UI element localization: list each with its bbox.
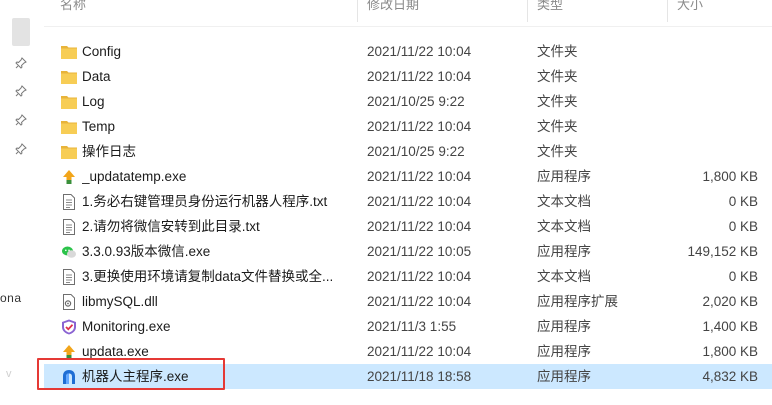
file-name: Log [82, 94, 105, 109]
file-modified-date: 2021/10/25 9:22 [367, 144, 465, 159]
file-row[interactable]: 3.3.0.93版本微信.exe 2021/11/22 10:05 应用程序 149,… [44, 239, 772, 264]
pin-icon[interactable] [15, 85, 27, 97]
file-modified-date: 2021/11/22 10:04 [367, 194, 472, 209]
file-size [644, 39, 758, 64]
file-name: 1.务必右键管理员身份运行机器人程序.txt [82, 194, 328, 209]
column-header: 名称 修改日期 类型 大小 [44, 0, 772, 27]
file-size: 2,020 KB [702, 294, 758, 309]
dll-file-icon [60, 293, 78, 311]
pin-icon[interactable] [15, 143, 27, 155]
file-modified-date: 2021/11/3 1:55 [367, 319, 457, 334]
file-row[interactable]: Monitoring.exe 2021/11/3 1:55 应用程序 1,400 KB [44, 314, 772, 339]
file-size: 1,800 KB [702, 344, 758, 359]
file-name: Data [82, 69, 111, 84]
pin-icon[interactable] [15, 57, 27, 69]
text-file-icon [60, 193, 78, 211]
wechat-icon [60, 243, 78, 261]
text-file-icon [60, 268, 78, 286]
file-modified-date: 2021/10/25 9:22 [367, 94, 465, 109]
folder-icon [60, 68, 78, 86]
column-header-name[interactable]: 名称 [60, 0, 86, 13]
file-row[interactable]: libmySQL.dll 2021/11/22 10:04 应用程序扩展 2,020 … [44, 289, 772, 314]
file-row[interactable]: Log 2021/10/25 9:22 文件夹 [44, 89, 772, 114]
file-name: 操作日志 [82, 144, 136, 159]
file-row[interactable]: 3.更换使用环境请复制data文件替换或全... 2021/11/22 10:04… [44, 264, 772, 289]
file-row[interactable]: 2.请勿将微信安转到此目录.txt 2021/11/22 10:04 文本文档 0 K… [44, 214, 772, 239]
file-size [644, 139, 758, 164]
file-modified-date: 2021/11/22 10:04 [367, 119, 472, 134]
annotation-highlight-box [37, 358, 225, 390]
file-size: 1,400 KB [702, 319, 758, 334]
file-size: 0 KB [728, 269, 758, 284]
file-row[interactable]: 1.务必右键管理员身份运行机器人程序.txt 2021/11/22 10:04 文本… [44, 189, 772, 214]
file-name: 3.3.0.93版本微信.exe [82, 244, 211, 259]
file-name: Monitoring.exe [82, 319, 171, 334]
file-modified-date: 2021/11/22 10:05 [367, 244, 472, 259]
file-modified-date: 2021/11/18 18:58 [367, 369, 472, 384]
folder-icon [60, 93, 78, 111]
update-arrow-icon [60, 168, 78, 186]
nav-item-label-partial[interactable]: ona [0, 291, 22, 305]
file-size: 1,800 KB [702, 169, 758, 184]
file-modified-date: 2021/11/22 10:04 [367, 69, 472, 84]
file-size [644, 114, 758, 139]
file-name: Config [82, 44, 122, 59]
file-size: 149,152 KB [687, 244, 758, 259]
folder-icon [60, 43, 78, 61]
file-size: 4,832 KB [702, 369, 758, 384]
file-modified-date: 2021/11/22 10:04 [367, 344, 472, 359]
file-size [644, 89, 758, 114]
column-header-date[interactable]: 修改日期 [367, 0, 419, 13]
file-row[interactable]: Temp 2021/11/22 10:04 文件夹 [44, 114, 772, 139]
shield-icon [60, 318, 78, 336]
file-name: _updatatemp.exe [82, 169, 187, 184]
pin-icon[interactable] [15, 114, 27, 126]
column-divider[interactable] [667, 0, 668, 22]
file-row[interactable]: _updatatemp.exe 2021/11/22 10:04 应用程序 1,800… [44, 164, 772, 189]
file-modified-date: 2021/11/22 10:04 [367, 269, 472, 284]
file-size: 0 KB [728, 194, 758, 209]
file-size [644, 64, 758, 89]
text-file-icon [60, 218, 78, 236]
file-row[interactable]: Data 2021/11/22 10:04 文件夹 [44, 64, 772, 89]
file-modified-date: 2021/11/22 10:04 [367, 169, 472, 184]
file-modified-date: 2021/11/22 10:04 [367, 294, 472, 309]
file-name: Temp [82, 119, 116, 134]
column-header-type[interactable]: 类型 [537, 0, 563, 13]
file-modified-date: 2021/11/22 10:04 [367, 219, 472, 234]
file-row[interactable]: 操作日志 2021/10/25 9:22 文件夹 [44, 139, 772, 164]
column-divider[interactable] [527, 0, 528, 22]
nav-scrollbar-thumb[interactable] [12, 18, 30, 46]
file-size: 0 KB [728, 219, 758, 234]
file-name: 2.请勿将微信安转到此目录.txt [82, 219, 260, 234]
nav-item-faint: v [6, 368, 12, 380]
column-divider[interactable] [357, 0, 358, 22]
navigation-pane: ona v [0, 0, 44, 405]
file-row[interactable]: Config 2021/11/22 10:04 文件夹 [44, 39, 772, 64]
column-header-size[interactable]: 大小 [677, 0, 703, 13]
folder-icon [60, 118, 78, 136]
file-modified-date: 2021/11/22 10:04 [367, 44, 472, 59]
file-name: libmySQL.dll [82, 294, 158, 309]
folder-icon [60, 143, 78, 161]
file-name: 3.更换使用环境请复制data文件替换或全... [82, 269, 334, 284]
